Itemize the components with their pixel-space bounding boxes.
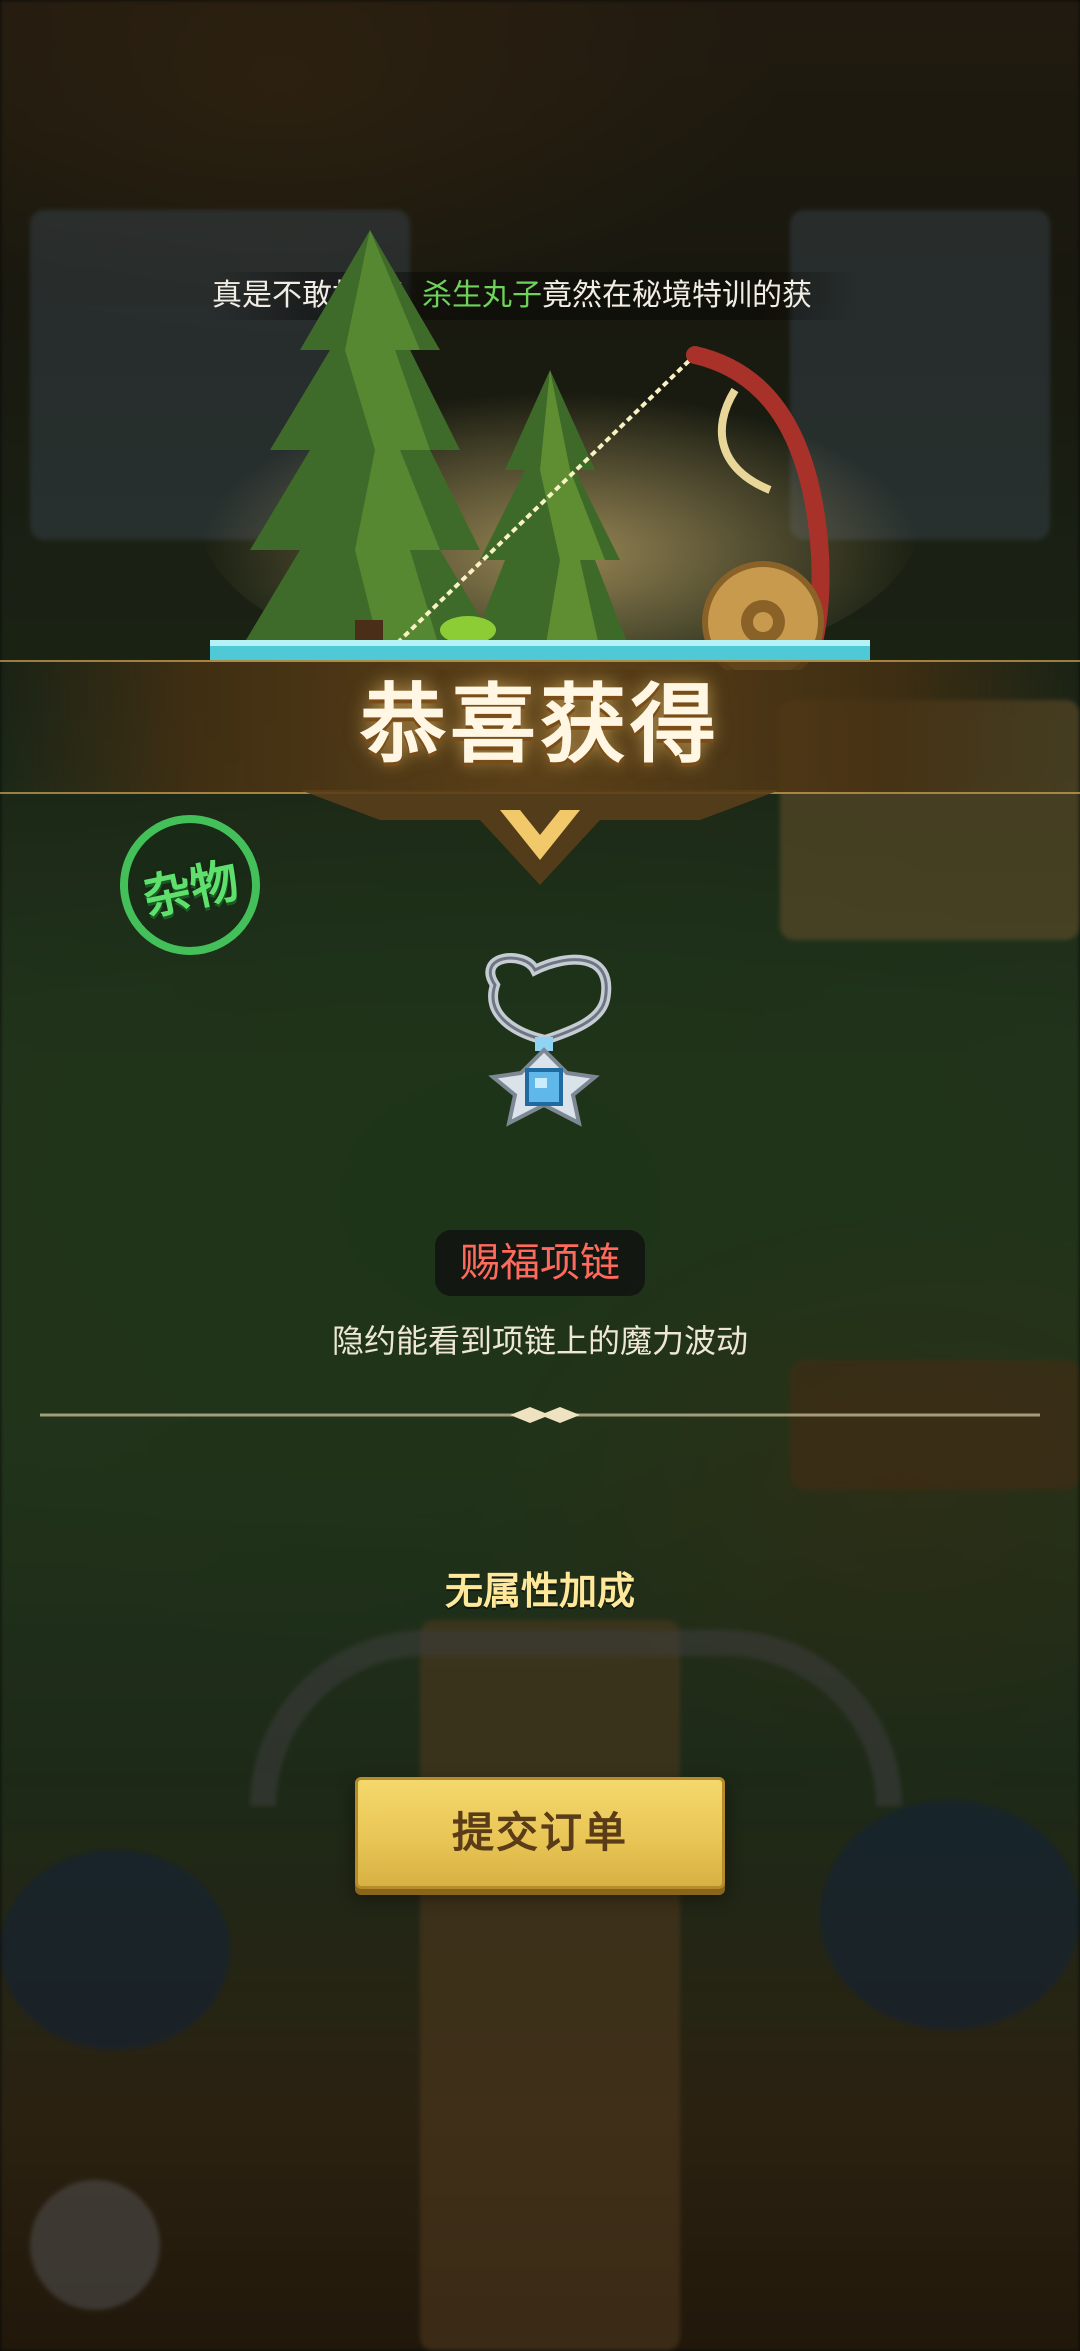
section-divider — [40, 1407, 1040, 1423]
attribute-bonus-label: 无属性加成 — [444, 1569, 635, 1613]
item-description: 隐约能看到项链上的魔力波动 — [331, 1322, 748, 1360]
reward-scene-illustration — [200, 230, 920, 670]
category-badge-label: 杂物 — [138, 852, 244, 928]
banner-ornament — [300, 790, 780, 885]
item-name: 赐福项链 — [435, 1230, 645, 1296]
reward-title: 恭喜获得 — [360, 675, 720, 775]
submit-order-button[interactable]: 提交订单 — [355, 1777, 725, 1889]
pendant-necklace-icon — [485, 953, 612, 1127]
